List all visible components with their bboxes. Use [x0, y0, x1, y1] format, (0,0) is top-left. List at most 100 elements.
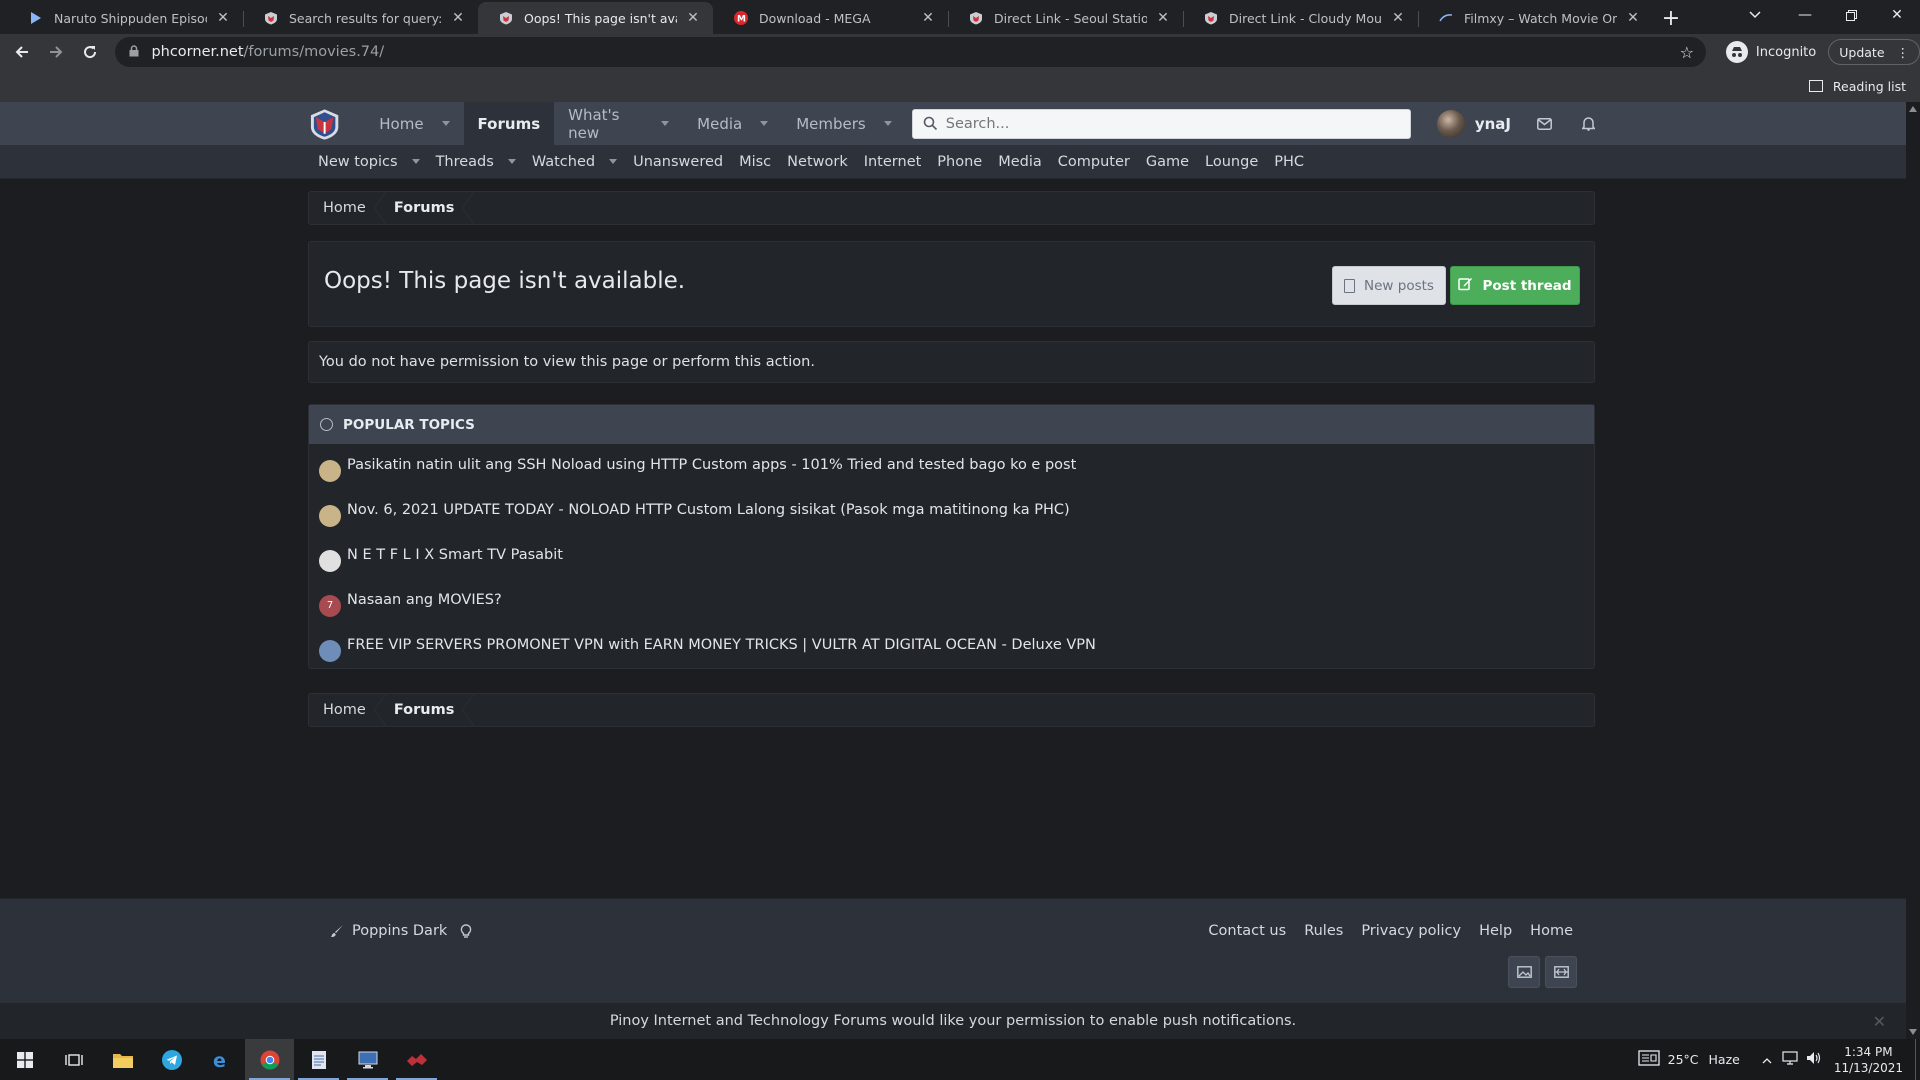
subnav-misc[interactable]: Misc	[739, 154, 771, 170]
bell-icon[interactable]	[1582, 116, 1595, 131]
file-explorer-icon[interactable]	[98, 1039, 147, 1080]
avatar[interactable]	[319, 459, 341, 482]
list-item[interactable]: FREE VIP SERVERS PROMONET VPN with EARN …	[309, 624, 1594, 669]
browser-tab[interactable]: Search results for query: venom ✕	[243, 2, 478, 34]
forward-icon[interactable]	[40, 36, 72, 68]
search-box[interactable]	[911, 108, 1411, 139]
chrome-icon[interactable]	[245, 1039, 294, 1080]
list-item[interactable]: Pasikatin natin ulit ang SSH Noload usin…	[309, 444, 1594, 489]
weather-desc[interactable]: Haze	[1709, 1052, 1740, 1067]
chevron-down-icon[interactable]	[441, 121, 450, 126]
weather-temp[interactable]: 25°C	[1668, 1052, 1699, 1067]
new-posts-button[interactable]: New posts	[1332, 266, 1446, 305]
avatar[interactable]	[319, 504, 341, 527]
subnav-new-topics[interactable]: New topics	[318, 154, 420, 170]
chevron-down-icon[interactable]	[609, 159, 618, 164]
topic-title-link[interactable]: N E T F L I X Smart TV Pasabit	[347, 547, 563, 563]
lock-icon[interactable]	[129, 44, 139, 60]
list-item[interactable]: 7 Nasaan ang MOVIES?	[309, 579, 1594, 624]
start-menu-icon[interactable]	[0, 1039, 49, 1080]
post-thread-button[interactable]: Post thread	[1450, 266, 1580, 305]
style-chooser[interactable]: Poppins Dark	[330, 923, 447, 939]
chevron-down-icon[interactable]	[760, 121, 769, 126]
new-tab-button[interactable]: +	[1653, 2, 1689, 34]
breadcrumb-forums[interactable]: Forums	[380, 694, 474, 726]
scroll-down-icon[interactable]	[1909, 1029, 1917, 1035]
avatar[interactable]	[319, 549, 341, 572]
avatar[interactable]: 7	[319, 594, 341, 617]
show-desktop-edge[interactable]	[1915, 1039, 1920, 1080]
telegram-icon[interactable]	[147, 1039, 196, 1080]
close-tab-icon[interactable]: ✕	[215, 10, 231, 26]
browser-tab[interactable]: Oops! This page isn't available. ✕	[478, 2, 713, 34]
close-tab-icon[interactable]: ✕	[1625, 10, 1641, 26]
close-tab-icon[interactable]: ✕	[1390, 10, 1406, 26]
browser-tab[interactable]: M Download - MEGA ✕	[713, 2, 948, 34]
subnav-lounge[interactable]: Lounge	[1205, 154, 1258, 170]
browser-tab[interactable]: Direct Link - Cloudy Mountain (✕	[1183, 2, 1418, 34]
reload-icon[interactable]	[74, 36, 106, 68]
subnav-network[interactable]: Network	[787, 154, 848, 170]
close-tab-icon[interactable]: ✕	[1155, 10, 1171, 26]
browser-tab[interactable]: Naruto Shippuden Episode 227 ✕	[8, 2, 243, 34]
tab-media[interactable]: Media	[683, 102, 782, 145]
topic-title-link[interactable]: Pasikatin natin ulit ang SSH Noload usin…	[347, 457, 1076, 473]
image-toggle-icon[interactable]	[1508, 956, 1540, 988]
phcorner-logo[interactable]	[308, 107, 341, 141]
volume-icon[interactable]	[1806, 1051, 1822, 1068]
tab-home[interactable]: Home	[365, 102, 463, 145]
tab-search-icon[interactable]	[1735, 0, 1775, 30]
internet-explorer-icon[interactable]: e	[196, 1039, 245, 1080]
taskbar-clock[interactable]: 1:34 PM 11/13/2021	[1834, 1044, 1903, 1076]
subnav-watched[interactable]: Watched	[532, 154, 618, 170]
chevron-up-icon[interactable]	[1762, 1052, 1772, 1067]
subnav-internet[interactable]: Internet	[864, 154, 922, 170]
back-icon[interactable]	[6, 36, 38, 68]
notepad-icon[interactable]	[294, 1039, 343, 1080]
footer-link-help[interactable]: Help	[1479, 923, 1512, 939]
chevron-down-icon[interactable]	[661, 121, 670, 126]
app-icon[interactable]	[392, 1039, 441, 1080]
reading-list-icon[interactable]	[1808, 80, 1823, 92]
layout-toggle-icon[interactable]	[1545, 956, 1577, 988]
subnav-computer[interactable]: Computer	[1058, 154, 1130, 170]
subnav-phc[interactable]: PHC	[1274, 154, 1304, 170]
subnav-unanswered[interactable]: Unanswered	[633, 154, 723, 170]
news-weather-icon[interactable]	[1637, 1050, 1660, 1069]
network-icon[interactable]	[1782, 1051, 1798, 1068]
incognito-indicator[interactable]: Incognito	[1725, 41, 1816, 63]
footer-link-privacy-policy[interactable]: Privacy policy	[1361, 923, 1461, 939]
update-button[interactable]: Update ⋮	[1828, 39, 1920, 65]
search-input[interactable]	[945, 115, 1386, 132]
close-tab-icon[interactable]: ✕	[685, 10, 701, 26]
list-item[interactable]: N E T F L I X Smart TV Pasabit	[309, 534, 1594, 579]
footer-link-home[interactable]: Home	[1530, 923, 1573, 939]
breadcrumb-forums[interactable]: Forums	[380, 192, 474, 224]
tab-what-s-new[interactable]: What's new	[554, 102, 683, 145]
breadcrumb-home[interactable]: Home	[309, 694, 386, 726]
close-icon[interactable]: ✕	[1873, 1012, 1886, 1031]
browser-tab[interactable]: Filmxy – Watch Movie Online, Fu ✕	[1418, 2, 1653, 34]
close-tab-icon[interactable]: ✕	[920, 10, 936, 26]
tab-forums[interactable]: Forums	[463, 102, 555, 145]
subnav-phone[interactable]: Phone	[937, 154, 982, 170]
inbox-envelope-icon[interactable]	[1537, 117, 1552, 130]
user-menu[interactable]: ynaJ	[1436, 109, 1511, 138]
page-scrollbar[interactable]	[1906, 102, 1920, 1039]
footer-link-contact-us[interactable]: Contact us	[1208, 923, 1286, 939]
bookmark-star-icon[interactable]: ☆	[1680, 43, 1694, 62]
topic-title-link[interactable]: FREE VIP SERVERS PROMONET VPN with EARN …	[347, 637, 1096, 653]
topic-title-link[interactable]: Nasaan ang MOVIES?	[347, 592, 502, 608]
breadcrumb-home[interactable]: Home	[309, 192, 386, 224]
more-menu-icon[interactable]: ⋮	[1897, 45, 1910, 60]
tab-members[interactable]: Members	[782, 102, 906, 145]
scroll-up-icon[interactable]	[1909, 106, 1917, 112]
remote-desktop-icon[interactable]	[343, 1039, 392, 1080]
subnav-media[interactable]: Media	[998, 154, 1042, 170]
avatar[interactable]	[319, 639, 341, 662]
subnav-threads[interactable]: Threads	[436, 154, 516, 170]
lightbulb-icon[interactable]	[460, 924, 472, 943]
close-tab-icon[interactable]: ✕	[450, 10, 466, 26]
address-bar[interactable]: phcorner.net/forums/movies.74/ ☆	[115, 37, 1706, 67]
chevron-down-icon[interactable]	[883, 121, 892, 126]
